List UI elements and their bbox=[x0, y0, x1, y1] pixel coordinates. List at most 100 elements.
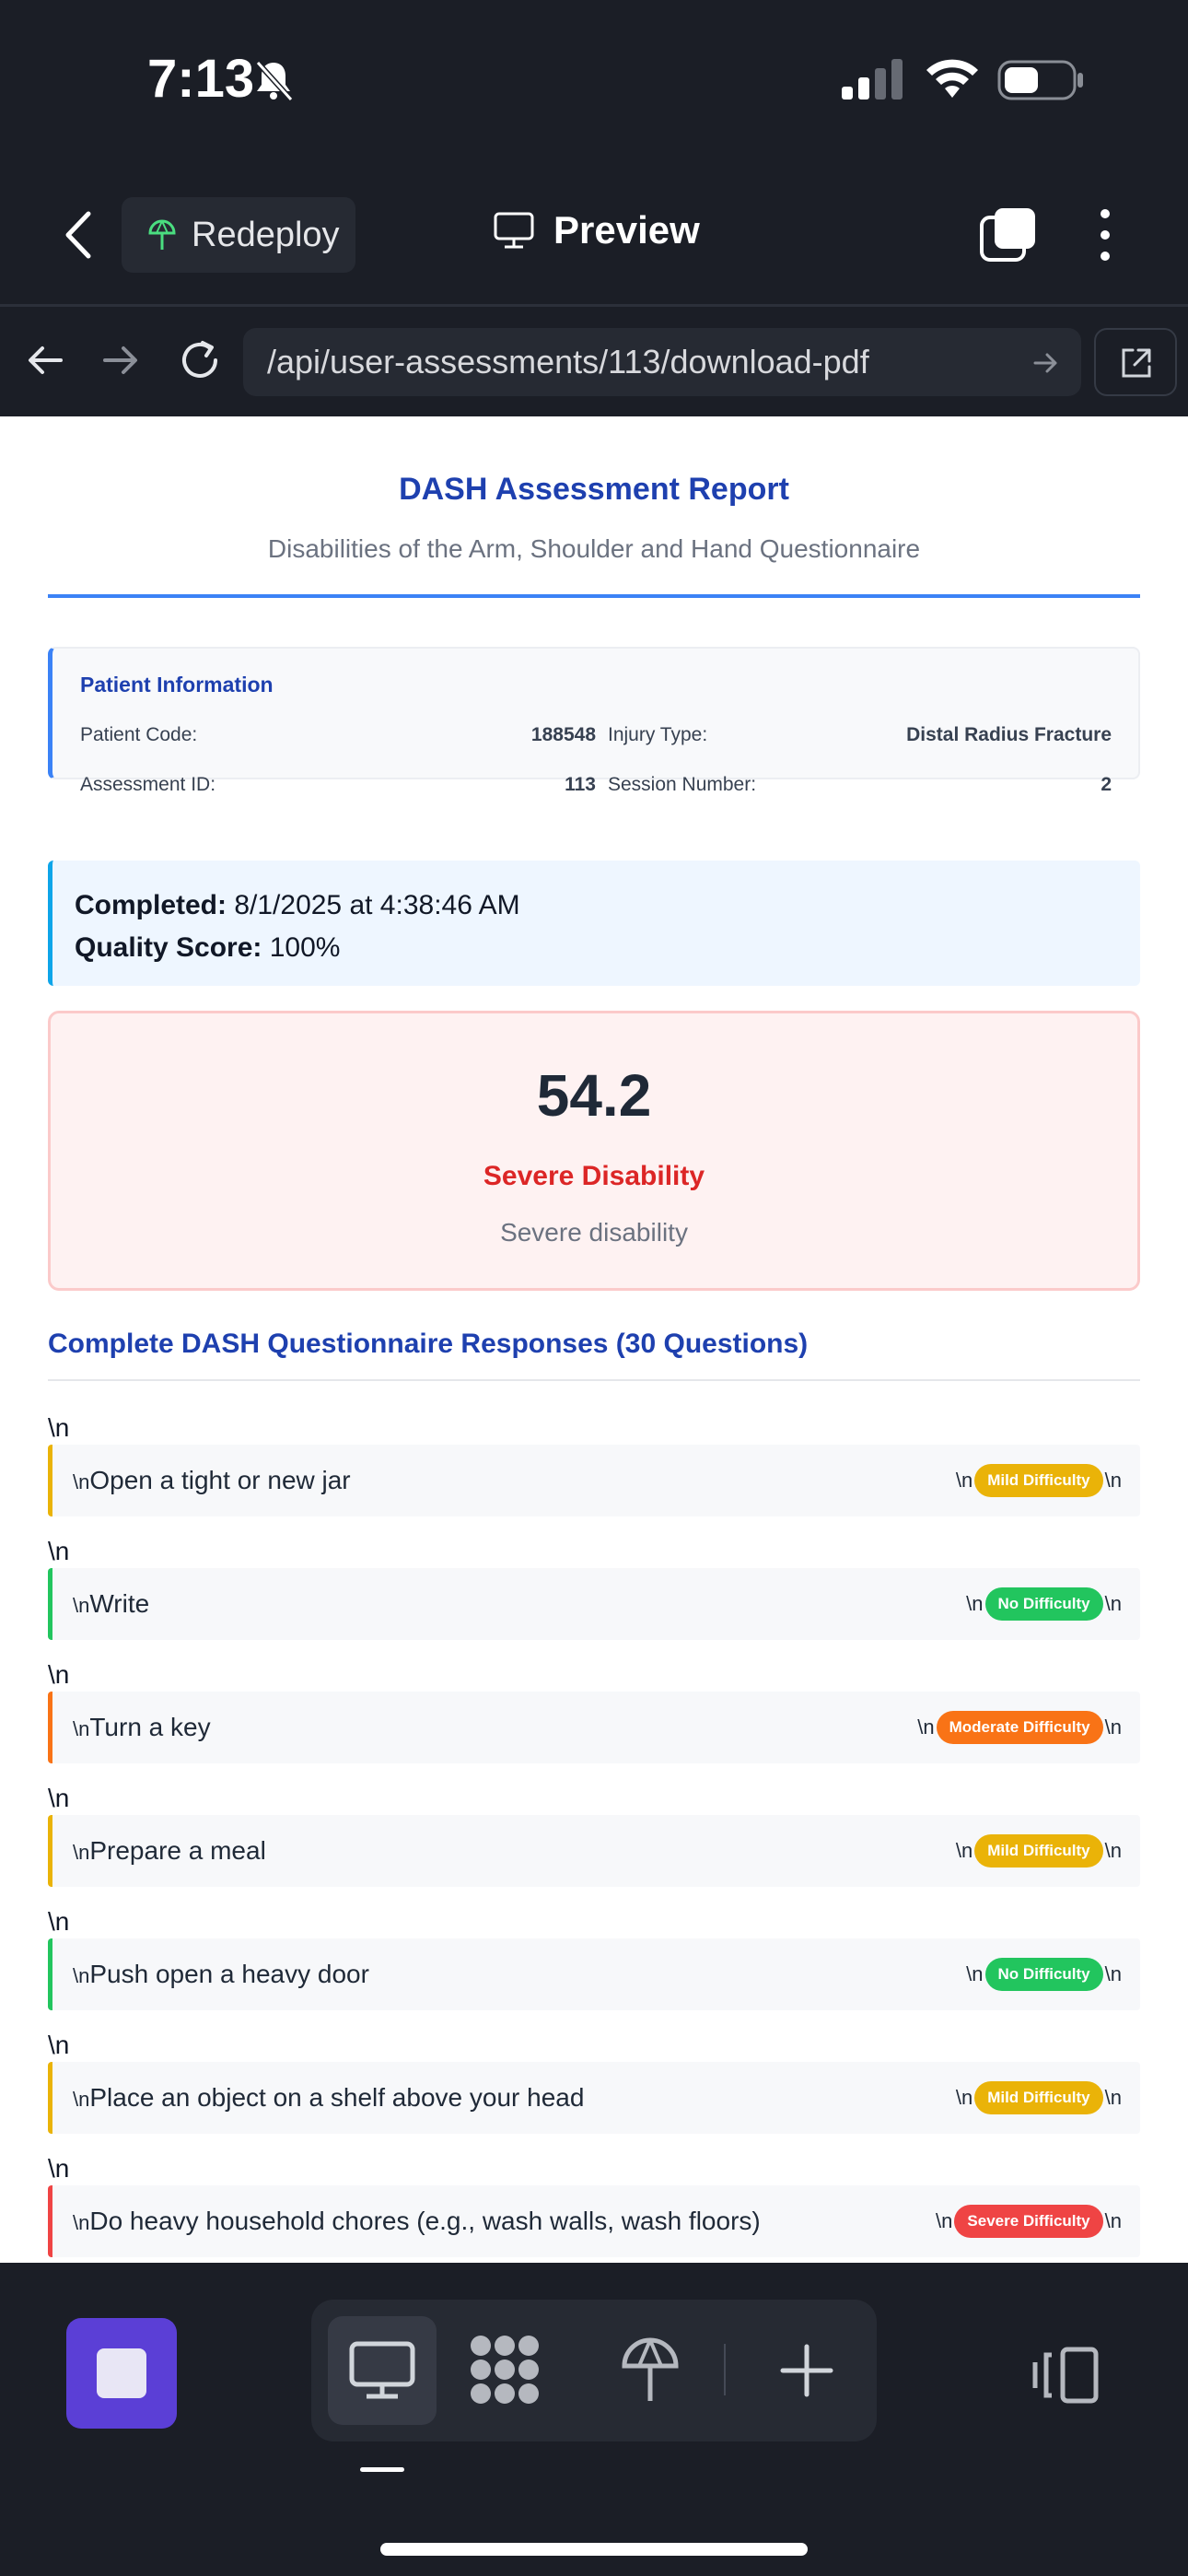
desktop-view-button[interactable] bbox=[328, 2316, 437, 2425]
severity-description: Severe disability bbox=[500, 1218, 688, 1247]
question-text: \nPush open a heavy door bbox=[73, 1960, 369, 1989]
status-bar: 7:13 bbox=[0, 0, 1188, 161]
difficulty-wrapper: \n No Difficulty \n bbox=[966, 1587, 1122, 1621]
quality-label: Quality Score: bbox=[75, 932, 262, 963]
tabs-icon[interactable] bbox=[978, 205, 1039, 265]
back-chevron-icon[interactable] bbox=[55, 206, 101, 263]
newline-marker: \n bbox=[955, 2086, 973, 2109]
desktop-icon bbox=[494, 212, 534, 249]
newline-marker: \n bbox=[1104, 2209, 1122, 2232]
bottom-toolbar bbox=[0, 2263, 1188, 2576]
newline-marker: \n bbox=[48, 2154, 70, 2183]
difficulty-badge: No Difficulty bbox=[984, 1958, 1103, 1991]
pdf-document[interactable]: DASH Assessment Report Disabilities of t… bbox=[0, 416, 1188, 2263]
battery-icon bbox=[997, 60, 1083, 100]
difficulty-badge: No Difficulty bbox=[984, 1587, 1103, 1621]
preview-label: Preview bbox=[553, 208, 700, 252]
difficulty-badge: Severe Difficulty bbox=[954, 2205, 1103, 2238]
difficulty-badge: Mild Difficulty bbox=[974, 1834, 1103, 1868]
severity-label: Severe Disability bbox=[483, 1161, 705, 1191]
newline-marker: \n bbox=[966, 1592, 984, 1615]
question-label: Write bbox=[89, 1589, 150, 1618]
injury-type-value: Distal Radius Fracture bbox=[906, 724, 1112, 745]
app-frame: 7:13 Redeploy Preview /api/user-assessme… bbox=[0, 0, 1188, 2576]
newline-marker: \n bbox=[48, 1907, 70, 1936]
newline-marker: \n bbox=[1104, 1839, 1122, 1862]
desktop-icon bbox=[349, 2341, 415, 2399]
question-text: \nTurn a key bbox=[73, 1713, 211, 1742]
difficulty-wrapper: \n Moderate Difficulty \n bbox=[917, 1711, 1122, 1744]
open-external-button[interactable] bbox=[1094, 328, 1177, 396]
newline-marker: \n bbox=[917, 1715, 935, 1739]
newline-marker: \n bbox=[73, 1594, 90, 1617]
newline-marker: \n bbox=[73, 2088, 90, 2111]
difficulty-wrapper: \n Severe Difficulty \n bbox=[936, 2205, 1122, 2238]
split-view-icon[interactable] bbox=[1031, 2346, 1101, 2405]
question-row: \nPlace an object on a shelf above your … bbox=[48, 2062, 1140, 2134]
newline-marker: \n bbox=[73, 1470, 90, 1493]
arrow-left-icon[interactable] bbox=[22, 337, 68, 383]
external-link-icon bbox=[1122, 348, 1151, 378]
cellular-signal-icon bbox=[842, 59, 903, 100]
completed-label: Completed: bbox=[75, 890, 227, 920]
question-label: Place an object on a shelf above your he… bbox=[89, 2083, 585, 2112]
apps-icon[interactable] bbox=[468, 2333, 542, 2406]
newline-marker: \n bbox=[1104, 2086, 1122, 2109]
assessment-id-value: 113 bbox=[565, 774, 596, 795]
deploy-icon[interactable] bbox=[621, 2336, 680, 2405]
newline-marker: \n bbox=[73, 1964, 90, 1987]
question-text: \nPlace an object on a shelf above your … bbox=[73, 2083, 584, 2113]
redeploy-button[interactable]: Redeploy bbox=[122, 197, 355, 273]
newline-marker: \n bbox=[73, 1717, 90, 1740]
url-field[interactable]: /api/user-assessments/113/download-pdf bbox=[243, 328, 1081, 396]
difficulty-badge: Moderate Difficulty bbox=[936, 1711, 1103, 1744]
score-card: 54.2 Severe Disability Severe disability bbox=[48, 1011, 1140, 1291]
plus-icon[interactable] bbox=[779, 2343, 834, 2398]
difficulty-wrapper: \n Mild Difficulty \n bbox=[956, 1464, 1122, 1497]
active-indicator bbox=[360, 2467, 404, 2472]
newline-marker: \n bbox=[48, 1660, 70, 1689]
session-number-value: 2 bbox=[1101, 774, 1112, 795]
browser-toolbar: /api/user-assessments/113/download-pdf bbox=[0, 322, 1188, 402]
injury-type-label: Injury Type: bbox=[608, 724, 708, 745]
newline-marker: \n bbox=[48, 2031, 70, 2059]
newline-marker: \n bbox=[1104, 1715, 1122, 1739]
header-divider bbox=[0, 304, 1188, 307]
difficulty-badge: Mild Difficulty bbox=[974, 1464, 1103, 1497]
newline-marker: \n bbox=[936, 2209, 953, 2232]
home-indicator[interactable] bbox=[380, 2543, 808, 2556]
question-row: \nOpen a tight or new jar \n Mild Difficul… bbox=[48, 1445, 1140, 1516]
more-options-icon[interactable] bbox=[1087, 205, 1124, 265]
newline-marker: \n bbox=[966, 1962, 984, 1985]
preview-title[interactable]: Preview bbox=[493, 208, 700, 252]
question-label: Do heavy household chores (e.g., wash wa… bbox=[89, 2207, 761, 2235]
newline-marker: \n bbox=[955, 1839, 973, 1862]
question-row: \n Prepare a meal \n Mild Difficulty \n bbox=[48, 1815, 1140, 1887]
question-row: \nPush open a heavy door \n No Difficulty \… bbox=[48, 1938, 1140, 2010]
question-text: \nOpen a tight or new jar bbox=[73, 1466, 351, 1495]
report-title: DASH Assessment Report bbox=[399, 472, 789, 507]
difficulty-wrapper: \n No Difficulty \n bbox=[966, 1958, 1122, 1991]
difficulty-badge: Mild Difficulty bbox=[974, 2081, 1103, 2114]
completion-info: Completed: 8/1/2025 at 4:38:46 AM Qualit… bbox=[48, 861, 1140, 986]
question-row: \nTurn a key \n Moderate Difficulty \n bbox=[48, 1692, 1140, 1763]
reload-icon[interactable] bbox=[175, 335, 225, 385]
report-subtitle: Disabilities of the Arm, Shoulder and Ha… bbox=[267, 534, 921, 563]
question-text: \nDo heavy household chores (e.g., wash … bbox=[73, 2207, 761, 2236]
question-label: Open a tight or new jar bbox=[89, 1466, 351, 1494]
newline-marker: \n bbox=[955, 1469, 973, 1492]
app-header: Redeploy Preview bbox=[0, 184, 1188, 286]
dock-separator bbox=[724, 2344, 726, 2395]
question-label: Prepare a meal bbox=[89, 1836, 266, 1865]
url-text: /api/user-assessments/113/download-pdf bbox=[267, 343, 869, 381]
patient-info-card: Patient Information Patient Code: 188548… bbox=[48, 647, 1140, 795]
bell-muted-icon bbox=[255, 60, 294, 102]
title-divider bbox=[48, 594, 1140, 598]
question-list: \n \nOpen a tight or new jar \n Mild Diffic… bbox=[48, 1411, 1140, 2263]
arrow-right-icon[interactable] bbox=[98, 337, 144, 383]
stop-button[interactable] bbox=[66, 2318, 177, 2429]
go-arrow-icon[interactable] bbox=[1031, 348, 1061, 378]
patient-code-value: 188548 bbox=[530, 724, 596, 745]
difficulty-wrapper: \n Mild Difficulty \n bbox=[956, 1834, 1122, 1868]
dash-score: 54.2 bbox=[536, 1062, 652, 1129]
